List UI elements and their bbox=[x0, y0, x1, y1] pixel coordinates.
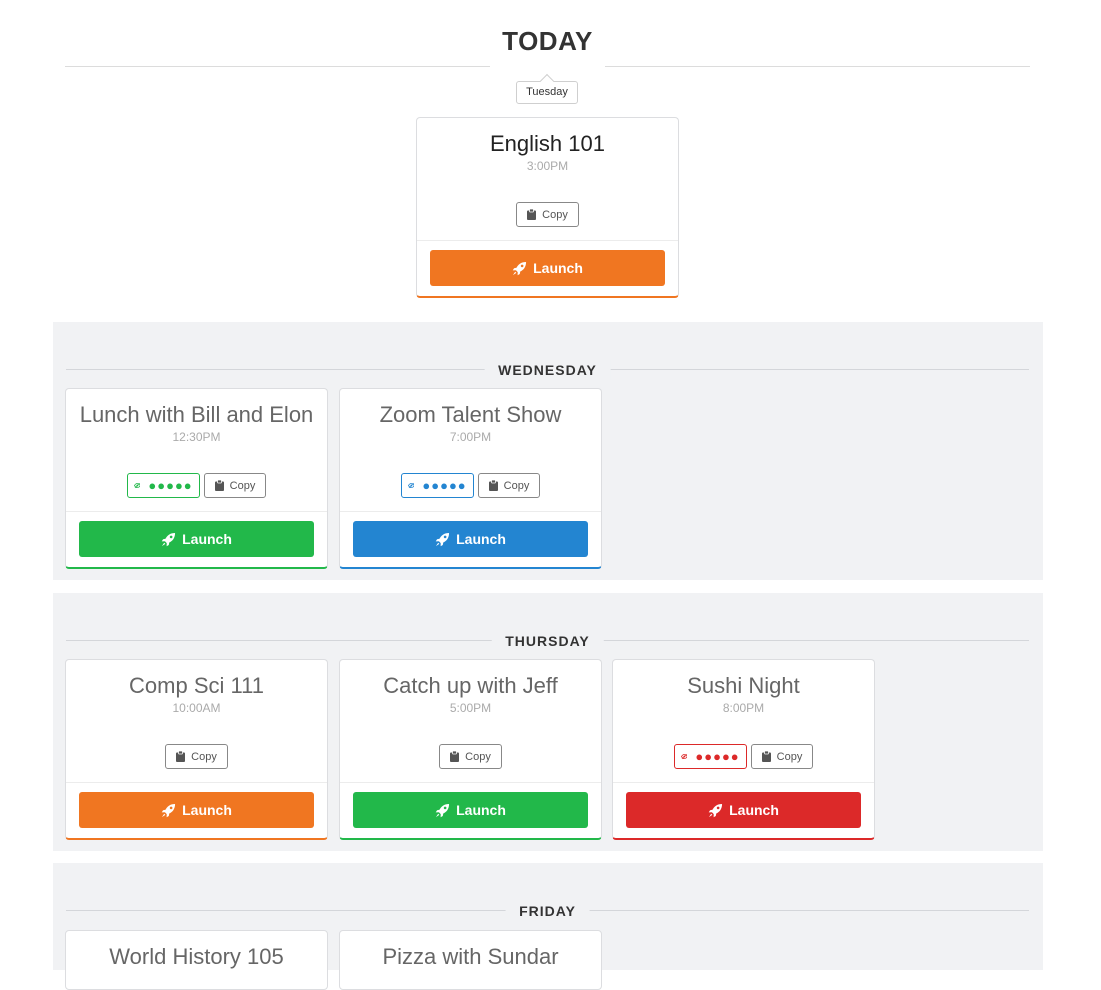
clipboard-icon bbox=[761, 751, 771, 762]
launch-button[interactable]: Launch bbox=[353, 792, 588, 828]
rocket-icon bbox=[512, 261, 527, 275]
section-header: WEDNESDAY bbox=[66, 360, 1029, 380]
password-toggle-button[interactable]: ●●●●● bbox=[126, 473, 200, 498]
rocket-icon bbox=[708, 803, 723, 817]
section-header: FRIDAY bbox=[66, 901, 1029, 921]
launch-label: Launch bbox=[182, 531, 232, 547]
copy-label: Copy bbox=[542, 208, 568, 221]
event-card: Sushi Night 8:00PM ●●●●● Copy Launch bbox=[612, 659, 875, 840]
day-section-wednesday: WEDNESDAY Lunch with Bill and Elon 12:30… bbox=[53, 322, 1043, 580]
password-mask: ●●●●● bbox=[422, 478, 467, 493]
event-time: 8:00PM bbox=[722, 701, 765, 715]
eye-slash-icon bbox=[680, 753, 688, 760]
rocket-icon bbox=[161, 532, 176, 546]
event-title: Catch up with Jeff bbox=[383, 673, 558, 698]
today-header: TODAY bbox=[65, 22, 1030, 68]
event-card: Comp Sci 111 10:00AM Copy Launch bbox=[65, 659, 328, 840]
password-toggle-button[interactable]: ●●●●● bbox=[673, 744, 747, 769]
password-toggle-button[interactable]: ●●●●● bbox=[400, 473, 474, 498]
section-day-label: WEDNESDAY bbox=[484, 360, 611, 380]
eye-slash-icon bbox=[133, 482, 141, 489]
launch-label: Launch bbox=[456, 802, 506, 818]
event-title: Sushi Night bbox=[687, 673, 800, 698]
section-header: THURSDAY bbox=[66, 631, 1029, 651]
today-heading: TODAY bbox=[502, 26, 593, 56]
event-title: World History 105 bbox=[109, 944, 284, 969]
launch-button[interactable]: Launch bbox=[430, 250, 665, 286]
copy-button[interactable]: Copy bbox=[439, 744, 502, 769]
clipboard-icon bbox=[527, 209, 537, 220]
day-section-thursday: THURSDAY Comp Sci 111 10:00AM Copy Launc… bbox=[53, 593, 1043, 851]
launch-label: Launch bbox=[182, 802, 232, 818]
rocket-icon bbox=[435, 803, 450, 817]
event-card: Pizza with Sundar bbox=[339, 930, 602, 990]
launch-label: Launch bbox=[729, 802, 779, 818]
section-day-label: FRIDAY bbox=[505, 901, 590, 921]
event-time: 7:00PM bbox=[449, 430, 492, 444]
event-card: Zoom Talent Show 7:00PM ●●●●● Copy Launc… bbox=[339, 388, 602, 569]
event-title: Zoom Talent Show bbox=[379, 402, 562, 427]
copy-label: Copy bbox=[776, 750, 803, 763]
section-day-label: THURSDAY bbox=[491, 631, 604, 651]
event-title: Lunch with Bill and Elon bbox=[79, 402, 314, 427]
launch-button[interactable]: Launch bbox=[353, 521, 588, 557]
copy-button[interactable]: Copy bbox=[165, 744, 228, 769]
day-label-tooltip: Tuesday bbox=[516, 81, 578, 104]
event-title: English 101 bbox=[490, 131, 605, 156]
clipboard-icon bbox=[176, 751, 186, 762]
event-title: Comp Sci 111 bbox=[129, 673, 264, 698]
event-card: Catch up with Jeff 5:00PM Copy Launch bbox=[339, 659, 602, 840]
event-card: World History 105 bbox=[65, 930, 328, 990]
rocket-icon bbox=[435, 532, 450, 546]
copy-label: Copy bbox=[503, 479, 530, 492]
launch-button[interactable]: Launch bbox=[79, 521, 314, 557]
event-time: 10:00AM bbox=[172, 701, 221, 715]
password-mask: ●●●●● bbox=[148, 478, 193, 493]
copy-button[interactable]: Copy bbox=[516, 202, 579, 227]
launch-button[interactable]: Launch bbox=[626, 792, 861, 828]
copy-label: Copy bbox=[465, 750, 491, 763]
launch-label: Launch bbox=[533, 260, 583, 276]
divider bbox=[65, 66, 490, 67]
clipboard-icon bbox=[450, 751, 460, 762]
copy-label: Copy bbox=[191, 750, 217, 763]
launch-label: Launch bbox=[456, 531, 506, 547]
day-section-friday: FRIDAY World History 105 Pizza with Sund… bbox=[53, 863, 1043, 990]
divider bbox=[605, 66, 1030, 67]
copy-button[interactable]: Copy bbox=[203, 473, 267, 498]
event-card: English 101 3:00PM Copy Launch bbox=[416, 117, 679, 298]
clipboard-icon bbox=[488, 480, 498, 491]
copy-button[interactable]: Copy bbox=[750, 744, 814, 769]
eye-slash-icon bbox=[407, 482, 415, 489]
rocket-icon bbox=[161, 803, 176, 817]
event-title: Pizza with Sundar bbox=[382, 944, 559, 969]
copy-button[interactable]: Copy bbox=[477, 473, 541, 498]
event-time: 12:30PM bbox=[172, 430, 221, 444]
event-time: 5:00PM bbox=[449, 701, 492, 715]
launch-button[interactable]: Launch bbox=[79, 792, 314, 828]
clipboard-icon bbox=[214, 480, 224, 491]
password-mask: ●●●●● bbox=[695, 749, 740, 764]
event-time: 3:00PM bbox=[526, 159, 569, 173]
copy-label: Copy bbox=[229, 479, 256, 492]
event-card: Lunch with Bill and Elon 12:30PM ●●●●● C… bbox=[65, 388, 328, 569]
